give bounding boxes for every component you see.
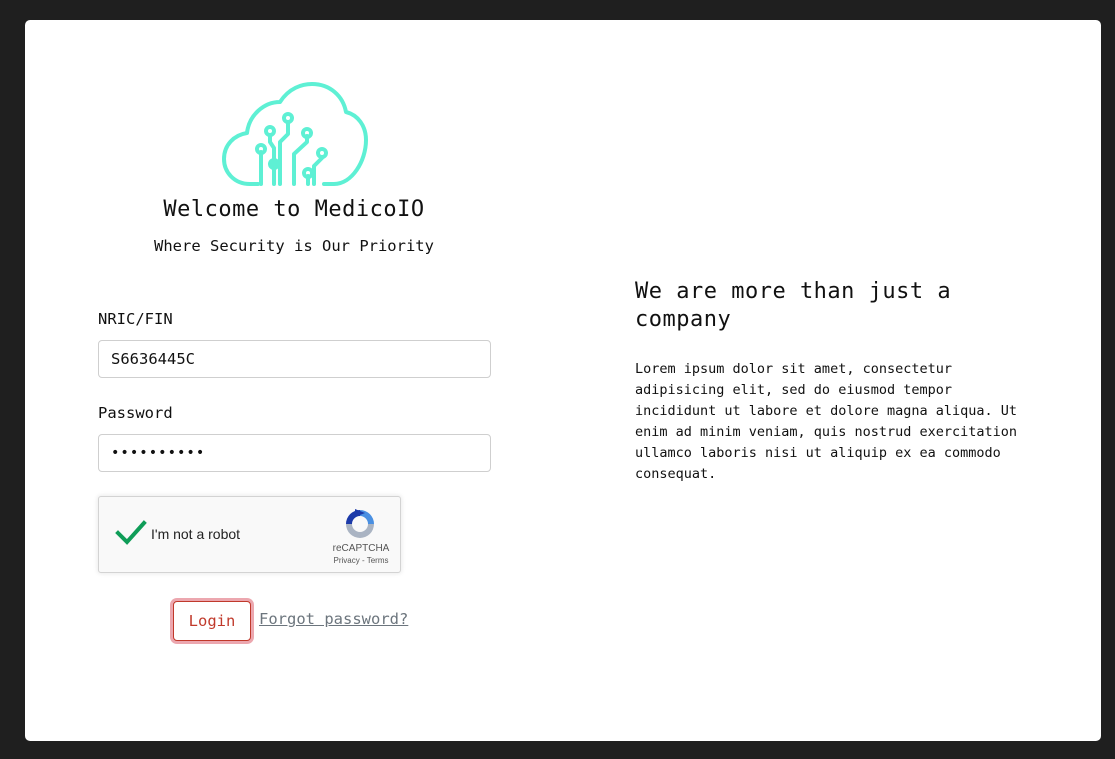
cloud-circuit-icon <box>222 82 368 186</box>
forgot-password-link[interactable]: Forgot password? <box>259 610 408 628</box>
login-button[interactable]: Login <box>173 601 251 641</box>
info-body: Lorem ipsum dolor sit amet, consectetur … <box>635 361 1018 482</box>
recaptcha-logo-icon <box>346 509 374 538</box>
password-label: Password <box>98 404 173 422</box>
password-input[interactable] <box>98 434 491 472</box>
nric-input[interactable] <box>98 340 491 378</box>
nric-label: NRIC/FIN <box>98 310 173 328</box>
checkmark-icon[interactable] <box>115 518 147 548</box>
welcome-heading: Welcome to MedicoIO <box>163 197 425 222</box>
login-card: Welcome to MedicoIO Where Security is Ou… <box>25 20 1101 741</box>
info-heading: We are more than just a company <box>635 279 952 332</box>
captcha-label: I'm not a robot <box>151 526 241 542</box>
tagline: Where Security is Our Priority <box>154 237 434 255</box>
recaptcha-widget: I'm not a robot reCAPTCHA Privacy - Term… <box>98 496 401 573</box>
recaptcha-links[interactable]: Privacy - Terms <box>321 556 401 565</box>
recaptcha-brand: reCAPTCHA <box>332 543 390 554</box>
